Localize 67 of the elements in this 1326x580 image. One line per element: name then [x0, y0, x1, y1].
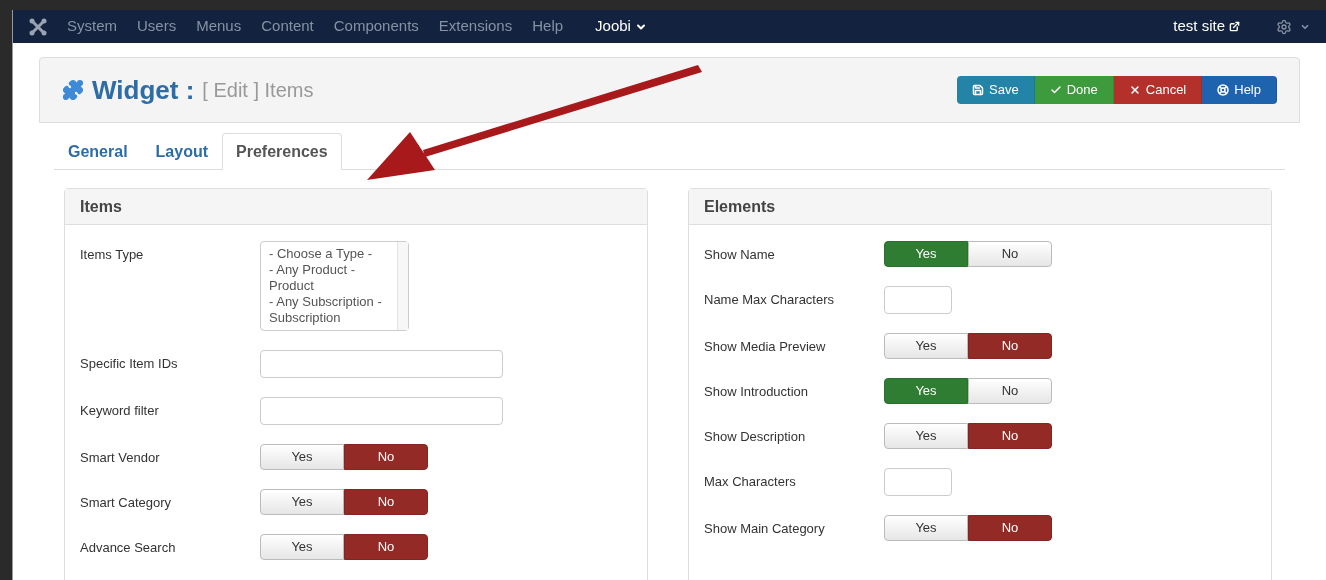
listbox-option[interactable]: - Choose a Type - — [269, 246, 389, 262]
tab[interactable]: General — [54, 133, 142, 170]
listbox-option[interactable]: Subscription — [269, 310, 389, 326]
cancel-button[interactable]: Cancel — [1113, 76, 1203, 104]
help-button[interactable]: Help — [1202, 76, 1277, 104]
external-link-icon — [1229, 21, 1240, 32]
nav-link[interactable]: Content — [261, 15, 314, 38]
nav-dropdown[interactable]: Joobi — [595, 15, 647, 38]
field-label: Smart Category — [80, 494, 173, 512]
field-label: Keyword filter — [80, 402, 160, 420]
no-toggle[interactable]: No — [968, 241, 1052, 267]
field-label: Items Type — [80, 246, 145, 264]
no-toggle[interactable]: No — [344, 489, 428, 515]
nav-link[interactable]: Users — [137, 15, 177, 38]
no-toggle[interactable]: No — [968, 515, 1052, 541]
yes-toggle[interactable]: Yes — [884, 333, 968, 359]
listbox-option[interactable]: - Any Product - — [269, 262, 389, 278]
no-toggle[interactable]: No — [344, 534, 428, 560]
no-toggle[interactable]: No — [968, 423, 1052, 449]
field-label: Max Characters — [704, 473, 797, 491]
no-toggle[interactable]: No — [968, 333, 1052, 359]
yes-toggle[interactable]: Yes — [884, 515, 968, 541]
field-label: Show Description — [704, 428, 807, 446]
text-field[interactable] — [260, 397, 503, 425]
close-icon — [1128, 84, 1141, 96]
nav-link[interactable]: System — [67, 15, 117, 38]
listbox-option[interactable]: - Any Subscription - — [269, 294, 389, 310]
tab[interactable]: Preferences — [222, 133, 342, 170]
nav-link[interactable]: Help — [532, 15, 564, 38]
yes-toggle[interactable]: Yes — [884, 241, 968, 267]
listbox-option[interactable]: Product — [269, 278, 389, 294]
done-button[interactable]: Done — [1034, 76, 1114, 104]
site-link[interactable]: test site — [1173, 15, 1240, 38]
yes-toggle[interactable]: Yes — [884, 378, 968, 404]
field-label: Show Main Category — [704, 520, 826, 538]
save-icon — [972, 84, 985, 96]
field-label: Show Introduction — [704, 383, 810, 401]
lifebuoy-icon — [1217, 84, 1230, 96]
field-label: Smart Vendor — [80, 449, 161, 467]
number-field[interactable] — [884, 286, 952, 314]
yes-toggle[interactable]: Yes — [260, 534, 344, 560]
page-title: Widget : — [92, 73, 195, 107]
puzzle-icon — [62, 79, 84, 101]
nav-link[interactable]: Components — [333, 15, 419, 38]
scrollbar-track[interactable] — [397, 242, 408, 330]
yes-toggle[interactable]: Yes — [260, 489, 344, 515]
save-button[interactable]: Save — [957, 76, 1035, 104]
nav-link[interactable]: Extensions — [438, 15, 513, 38]
no-toggle[interactable]: No — [968, 378, 1052, 404]
panel-title: Items — [80, 196, 122, 217]
tab[interactable]: Layout — [141, 133, 223, 170]
settings-icon[interactable] — [1276, 18, 1292, 35]
field-label: Specific Item IDs — [80, 355, 179, 373]
number-field[interactable] — [884, 468, 952, 496]
yes-toggle[interactable]: Yes — [884, 423, 968, 449]
yes-toggle[interactable]: Yes — [260, 444, 344, 470]
nav-link[interactable]: Menus — [196, 15, 242, 38]
field-label: Show Media Preview — [704, 338, 827, 356]
field-label: Advance Search — [80, 539, 177, 557]
field-label: Name Max Characters — [704, 291, 836, 309]
panel-title: Elements — [704, 196, 776, 217]
check-icon — [1049, 84, 1062, 96]
items-type-listbox[interactable]: - Choose a Type - - Any Product - Product - Any Subscription - Subscription — [260, 241, 409, 331]
page-subtitle: [ Edit ] Items — [202, 78, 314, 103]
no-toggle[interactable]: No — [344, 444, 428, 470]
field-label: Show Name — [704, 246, 776, 264]
text-field[interactable] — [260, 350, 503, 378]
